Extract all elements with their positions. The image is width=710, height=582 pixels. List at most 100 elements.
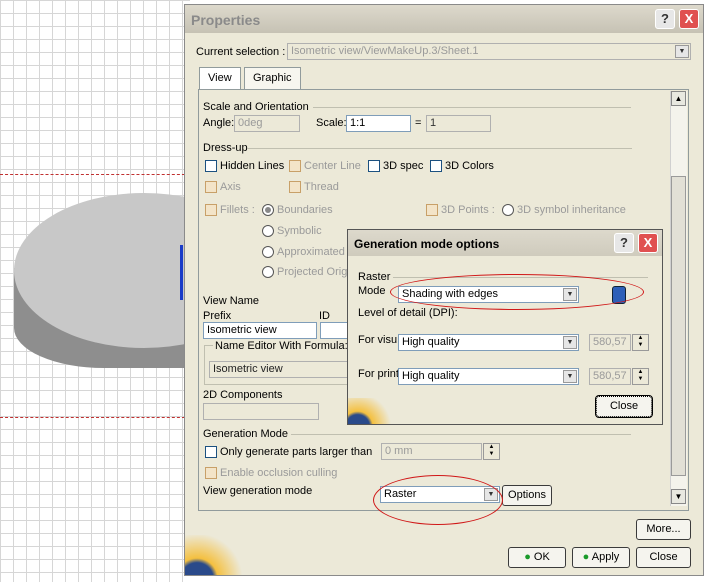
3d-points-checkbox[interactable] bbox=[426, 204, 438, 216]
ok-icon: ● bbox=[524, 551, 531, 563]
3d-spec-label: 3D spec bbox=[383, 160, 424, 172]
approximated-radio[interactable] bbox=[262, 246, 274, 258]
2d-components-input[interactable] bbox=[203, 403, 319, 420]
occlusion-label: Enable occlusion culling bbox=[220, 467, 338, 479]
center-line-checkbox[interactable] bbox=[289, 160, 301, 172]
hidden-lines-checkbox[interactable] bbox=[205, 160, 217, 172]
symbolic-radio[interactable] bbox=[262, 225, 274, 237]
only-generate-label: Only generate parts larger than bbox=[220, 446, 373, 458]
divider bbox=[247, 148, 632, 149]
divider bbox=[291, 434, 631, 435]
angle-label: Angle: bbox=[203, 117, 235, 129]
thread-checkbox[interactable] bbox=[289, 181, 301, 193]
chevron-down-icon[interactable]: ▼ bbox=[675, 45, 689, 58]
apply-icon: ● bbox=[582, 551, 590, 563]
chevron-down-icon[interactable]: ▼ bbox=[563, 370, 577, 383]
vertical-scrollbar[interactable]: ▲ ▼ bbox=[670, 91, 687, 506]
scale-input[interactable]: 1:1 bbox=[346, 115, 411, 132]
print-label: For print bbox=[358, 368, 399, 380]
equals-label: = bbox=[415, 117, 422, 129]
annotation-ellipse bbox=[390, 274, 644, 310]
visu-value: High quality bbox=[402, 336, 460, 348]
divider bbox=[313, 107, 631, 108]
occlusion-checkbox[interactable] bbox=[205, 467, 217, 479]
symbolic-label: Symbolic bbox=[277, 225, 322, 237]
only-generate-checkbox[interactable] bbox=[205, 446, 217, 458]
view-frame-line bbox=[0, 174, 190, 175]
scale-section-title: Scale and Orientation bbox=[203, 101, 309, 113]
view-generation-label: View generation mode bbox=[203, 485, 313, 497]
scroll-down-icon[interactable]: ▼ bbox=[671, 489, 686, 504]
close-icon[interactable]: X bbox=[638, 233, 658, 253]
scroll-up-icon[interactable]: ▲ bbox=[671, 91, 686, 106]
ok-button[interactable]: ● OK bbox=[508, 547, 566, 568]
print-combo[interactable]: High quality ▼ bbox=[398, 368, 579, 385]
properties-titlebar: Properties bbox=[185, 5, 703, 33]
3d-colors-checkbox[interactable] bbox=[430, 160, 442, 172]
3d-spec-checkbox[interactable] bbox=[368, 160, 380, 172]
only-generate-input[interactable]: 0 mm bbox=[381, 443, 482, 460]
name-editor-label: Name Editor With Formula: bbox=[213, 340, 350, 352]
fillets-checkbox[interactable] bbox=[205, 204, 217, 216]
print-dpi-input[interactable]: 580,57 bbox=[589, 368, 631, 385]
tab-label: Graphic bbox=[253, 72, 292, 84]
tab-view[interactable]: View bbox=[199, 67, 241, 89]
apply-button[interactable]: ● Apply bbox=[572, 547, 630, 568]
close-button[interactable]: Close bbox=[636, 547, 691, 568]
dressup-section-title: Dress-up bbox=[203, 142, 248, 154]
stepper-icon[interactable]: ▲ ▼ bbox=[632, 368, 649, 385]
projected-label: Projected Orig bbox=[277, 266, 348, 278]
scale-result: 1 bbox=[426, 115, 491, 132]
stepper-icon[interactable]: ▲ ▼ bbox=[483, 443, 500, 460]
help-button[interactable]: ? bbox=[655, 9, 675, 29]
boundaries-radio[interactable] bbox=[262, 204, 274, 216]
apply-label: Apply bbox=[591, 551, 620, 563]
close-icon[interactable]: X bbox=[679, 9, 699, 29]
lod-label: Level of detail (DPI): bbox=[358, 307, 458, 319]
visu-label: For visu bbox=[358, 334, 398, 346]
3d-points-label: 3D Points : bbox=[441, 204, 495, 216]
current-selection-label: Current selection : bbox=[196, 46, 286, 58]
visu-combo[interactable]: High quality ▼ bbox=[398, 334, 579, 351]
id-input[interactable] bbox=[320, 322, 350, 339]
help-button[interactable]: ? bbox=[614, 233, 634, 253]
3d-colors-label: 3D Colors bbox=[445, 160, 494, 172]
print-value: High quality bbox=[402, 370, 460, 382]
id-label: ID bbox=[319, 310, 330, 322]
symbol-inheritance-label: 3D symbol inheritance bbox=[517, 204, 626, 216]
approximated-label: Approximated bbox=[277, 246, 345, 258]
generation-options-dialog: Generation mode options ? X Raster Mode … bbox=[347, 229, 663, 425]
current-selection-value: Isometric view/ViewMakeUp.3/Sheet.1 bbox=[291, 45, 479, 57]
scale-label: Scale: bbox=[316, 117, 347, 129]
name-editor-input[interactable]: Isometric view bbox=[209, 361, 350, 378]
center-line-label: Center Line bbox=[304, 160, 361, 172]
current-selection-combo[interactable]: Isometric view/ViewMakeUp.3/Sheet.1 ▼ bbox=[287, 43, 691, 60]
chevron-down-icon[interactable]: ▼ bbox=[563, 336, 577, 349]
axis-checkbox[interactable] bbox=[205, 181, 217, 193]
tab-graphic[interactable]: Graphic bbox=[244, 67, 301, 89]
options-button[interactable]: Options bbox=[502, 485, 552, 506]
generation-mode-section-title: Generation Mode bbox=[203, 428, 288, 440]
globe-logo-icon bbox=[348, 398, 396, 424]
fillets-label: Fillets : bbox=[220, 204, 255, 216]
angle-input[interactable]: 0deg bbox=[234, 115, 300, 132]
symbol-inheritance-radio[interactable] bbox=[502, 204, 514, 216]
prefix-label: Prefix bbox=[203, 310, 232, 322]
hidden-lines-label: Hidden Lines bbox=[220, 160, 285, 172]
view-axis-mark bbox=[180, 245, 183, 300]
stepper-icon[interactable]: ▲ ▼ bbox=[632, 334, 649, 351]
annotation-ellipse bbox=[373, 475, 503, 525]
visu-dpi-input[interactable]: 580,57 bbox=[589, 334, 631, 351]
globe-logo-icon bbox=[185, 535, 245, 575]
projected-radio[interactable] bbox=[262, 266, 274, 278]
tab-label: View bbox=[208, 72, 232, 84]
view-frame-line bbox=[0, 417, 190, 418]
boundaries-label: Boundaries bbox=[277, 204, 333, 216]
thread-label: Thread bbox=[304, 181, 339, 193]
axis-label: Axis bbox=[220, 181, 241, 193]
dialog-title: Generation mode options bbox=[354, 237, 500, 251]
dialog-close-button[interactable]: Close bbox=[595, 395, 653, 418]
more-button[interactable]: More... bbox=[636, 519, 691, 540]
scroll-thumb[interactable] bbox=[671, 176, 686, 476]
prefix-input[interactable]: Isometric view bbox=[203, 322, 317, 339]
